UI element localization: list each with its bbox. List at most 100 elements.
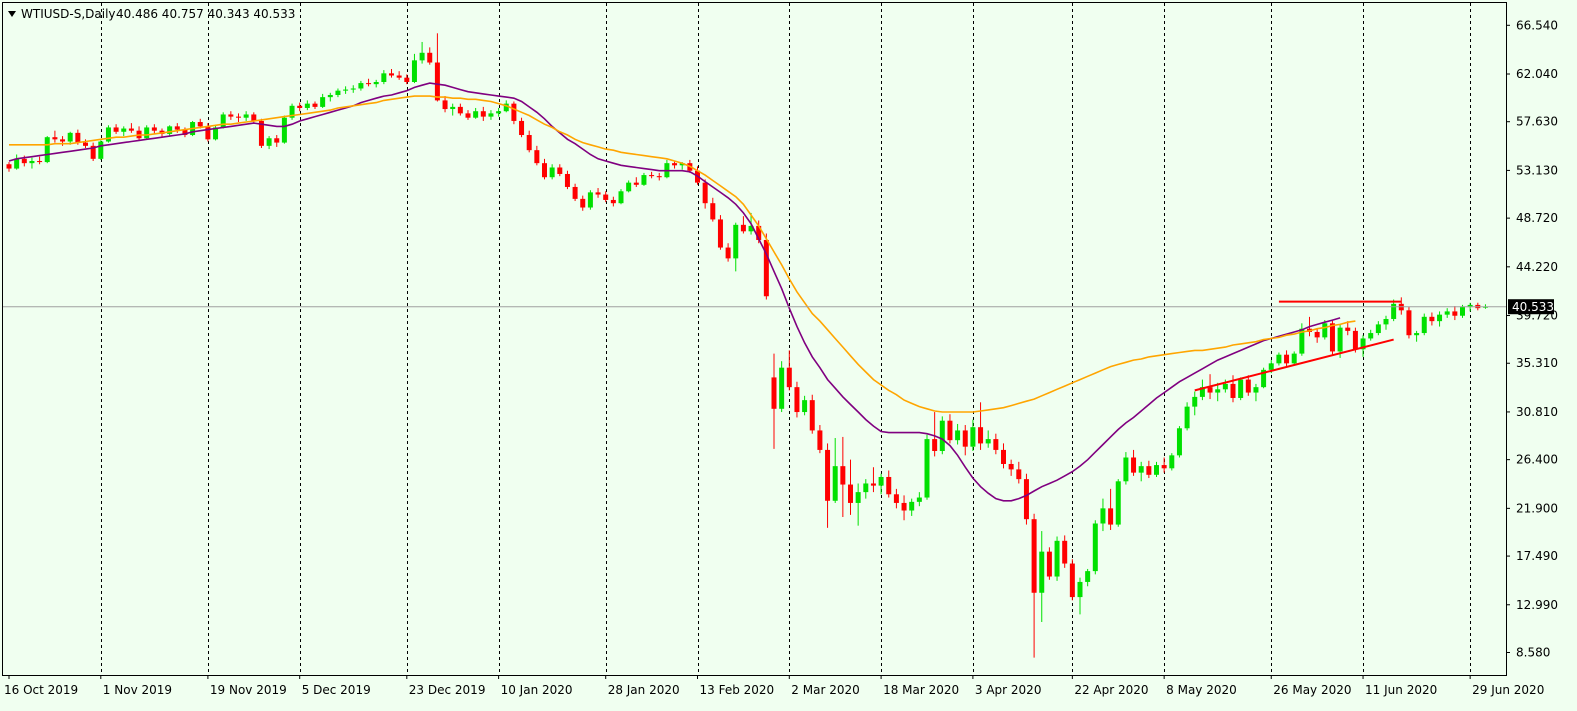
candle-body — [603, 194, 609, 200]
last-price-tag-label: 40.533 — [1512, 300, 1554, 314]
candle-body — [901, 502, 907, 511]
candle-body — [1001, 449, 1006, 464]
candle-body — [832, 466, 838, 501]
candle-body — [1421, 316, 1427, 334]
candle-body — [1131, 457, 1137, 473]
candle-body — [350, 88, 356, 90]
candle-body — [236, 116, 241, 118]
candle-body — [848, 484, 853, 503]
candle-body — [1352, 330, 1358, 350]
time-tick-label: 1 Nov 2019 — [103, 683, 172, 697]
candle-body — [564, 173, 570, 187]
candle-body — [978, 427, 984, 444]
price-tick-label: 44.220 — [1516, 260, 1558, 274]
candle-body — [580, 198, 586, 208]
candle-body — [710, 203, 716, 220]
candle-body — [970, 427, 976, 447]
candle-body — [985, 439, 991, 444]
candle-body — [304, 103, 310, 108]
candle-body — [557, 167, 563, 174]
candle-body — [740, 224, 746, 232]
candle-body — [174, 126, 180, 130]
time-tick-label: 13 Feb 2020 — [700, 683, 775, 697]
candle-body — [113, 127, 119, 132]
candle-body — [794, 387, 800, 413]
candle-body — [947, 420, 953, 441]
candle-body — [717, 219, 723, 248]
candle-body — [549, 167, 555, 178]
time-tick-label: 8 May 2020 — [1166, 683, 1237, 697]
candle-body — [817, 430, 823, 450]
candle-body — [1146, 466, 1152, 475]
candle-body — [1329, 323, 1335, 352]
candle-body — [411, 60, 417, 82]
candle-body — [1383, 318, 1389, 325]
price-tick-label: 62.040 — [1516, 67, 1558, 81]
time-tick-label: 2 Mar 2020 — [791, 683, 859, 697]
price-tick-label: 26.400 — [1516, 453, 1558, 467]
candle-body — [993, 439, 999, 450]
candle-body — [243, 114, 249, 118]
candle-body — [427, 52, 433, 63]
candle-body — [37, 160, 43, 163]
candle-body — [220, 114, 226, 128]
candle-body — [534, 150, 540, 164]
candle-body — [1123, 457, 1129, 482]
candle-body — [1154, 465, 1159, 475]
candle-body — [1406, 310, 1412, 336]
time-tick-label: 18 Mar 2020 — [883, 683, 959, 697]
candle-body — [75, 132, 81, 143]
candle-body — [1444, 311, 1450, 315]
candle-body — [197, 122, 203, 127]
price-tick-label: 12.990 — [1516, 598, 1558, 612]
candle-body — [473, 111, 479, 118]
candle-body — [1222, 383, 1228, 390]
candle-body — [702, 182, 708, 204]
candle-body — [1375, 324, 1381, 334]
candle-body — [519, 120, 525, 136]
candle-body — [21, 158, 27, 164]
time-tick-label: 16 Oct 2019 — [4, 683, 78, 697]
candle-body — [924, 439, 930, 498]
time-tick-label: 26 May 2020 — [1273, 683, 1351, 697]
candle-body — [105, 127, 111, 142]
chart-window[interactable]: 66.540 62.040 57.630 53.130 48.720 44.220 39.7… — [0, 0, 1577, 707]
candle-body — [641, 175, 647, 185]
candle-body — [274, 138, 280, 143]
candle-body — [1008, 463, 1014, 470]
candle-body — [480, 111, 486, 117]
candle-body — [52, 137, 58, 140]
price-tick-label: 21.900 — [1516, 501, 1558, 515]
candle-body — [396, 75, 402, 78]
candle-body — [29, 160, 35, 164]
candle-body — [457, 106, 463, 114]
candle-body — [955, 430, 961, 441]
candle-body — [962, 430, 968, 447]
candle-body — [1284, 354, 1290, 364]
candle-body — [916, 497, 922, 502]
candle-body — [840, 466, 846, 485]
candle-body — [404, 77, 410, 82]
price-chart[interactable]: 66.54062.04057.63053.13048.72044.22039.7… — [0, 0, 1577, 707]
candle-body — [1414, 333, 1420, 336]
candle-body — [1429, 316, 1435, 322]
price-tick-label: 8.580 — [1516, 645, 1550, 659]
candle-body — [335, 90, 341, 95]
candle-body — [442, 100, 448, 110]
candle-body — [144, 127, 150, 139]
symbol-label: WTIUSD-S,Daily — [21, 7, 116, 21]
candle-body — [373, 81, 379, 85]
candle-body — [1115, 481, 1121, 525]
candle-body — [1460, 307, 1465, 316]
time-tick-label: 22 Apr 2020 — [1074, 683, 1148, 697]
candle-body — [542, 163, 547, 178]
candle-body — [1069, 563, 1075, 598]
candle-body — [1238, 379, 1244, 398]
candle-body — [14, 158, 20, 169]
candle-body — [1016, 469, 1022, 480]
candle-body — [1046, 551, 1052, 577]
time-tick-label: 29 Jun 2020 — [1472, 683, 1544, 697]
time-tick-label: 19 Nov 2019 — [210, 683, 287, 697]
price-tick-label: 66.540 — [1516, 18, 1558, 32]
candle-body — [419, 52, 425, 61]
